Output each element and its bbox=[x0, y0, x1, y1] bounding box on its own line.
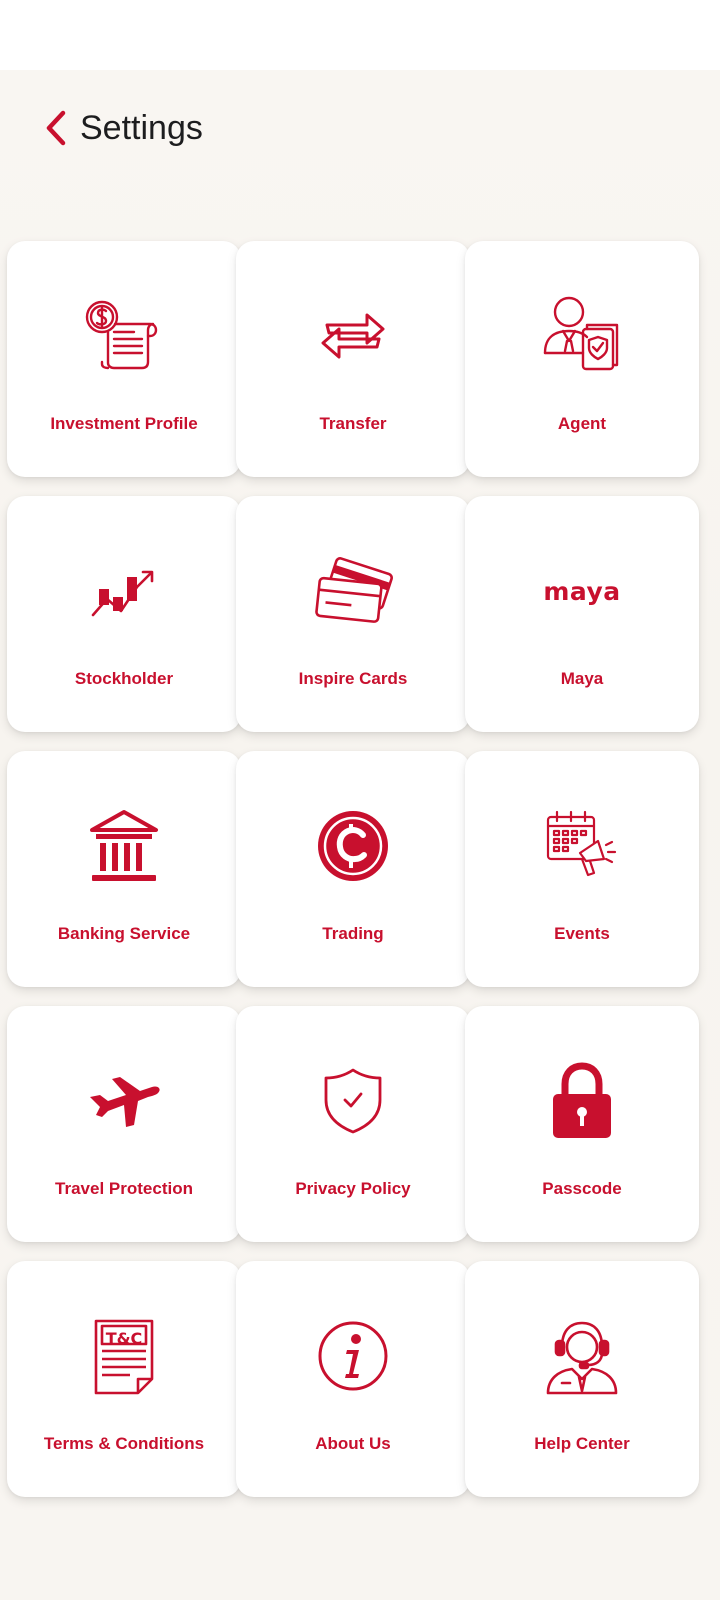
dollar-receipt-icon bbox=[7, 293, 241, 379]
tile-privacy-policy[interactable]: Privacy Policy bbox=[236, 1006, 470, 1242]
info-circle-icon bbox=[236, 1313, 470, 1399]
tile-label: Maya bbox=[560, 669, 604, 688]
tile-label: About Us bbox=[315, 1434, 391, 1453]
tile-about-us[interactable]: About Us bbox=[236, 1261, 470, 1497]
tile-label: Events bbox=[554, 924, 610, 943]
maya-logo-text: maya bbox=[543, 576, 621, 606]
tile-label: Privacy Policy bbox=[295, 1179, 411, 1198]
terms-icon-text: T&C bbox=[105, 1329, 143, 1348]
tile-banking-service[interactable]: Banking Service bbox=[7, 751, 241, 987]
credit-cards-icon bbox=[236, 548, 470, 634]
chevron-left-icon bbox=[46, 110, 66, 146]
tile-label: Stockholder bbox=[74, 669, 174, 688]
tile-label: Trading bbox=[322, 924, 384, 943]
tile-label: Inspire Cards bbox=[298, 669, 408, 688]
page-title: Settings bbox=[80, 109, 203, 147]
padlock-icon bbox=[465, 1058, 699, 1144]
tile-help-center[interactable]: Help Center bbox=[465, 1261, 699, 1497]
stock-chart-icon bbox=[7, 548, 241, 634]
calendar-megaphone-icon bbox=[465, 803, 699, 889]
tile-label: Transfer bbox=[319, 414, 387, 433]
tile-investment-profile[interactable]: Investment Profile bbox=[7, 241, 241, 477]
header: Settings bbox=[0, 70, 720, 190]
tile-label: Agent bbox=[557, 414, 607, 433]
crypto-coin-icon bbox=[236, 803, 470, 889]
maya-logo-icon: maya bbox=[465, 548, 699, 634]
bank-building-icon bbox=[7, 803, 241, 889]
tile-label: Passcode bbox=[542, 1179, 622, 1198]
status-bar-area bbox=[0, 0, 720, 70]
tile-agent[interactable]: Agent bbox=[465, 241, 699, 477]
tile-trading[interactable]: Trading bbox=[236, 751, 470, 987]
tile-label: Travel Protection bbox=[55, 1179, 193, 1198]
tile-maya[interactable]: maya Maya bbox=[465, 496, 699, 732]
tile-label: Help Center bbox=[534, 1434, 630, 1453]
tile-transfer[interactable]: Transfer bbox=[236, 241, 470, 477]
transfer-arrows-icon bbox=[236, 293, 470, 379]
tile-stockholder[interactable]: Stockholder bbox=[7, 496, 241, 732]
tile-passcode[interactable]: Passcode bbox=[465, 1006, 699, 1242]
headset-agent-icon bbox=[465, 1313, 699, 1399]
airplane-icon bbox=[7, 1058, 241, 1144]
tile-travel-protection[interactable]: Travel Protection bbox=[7, 1006, 241, 1242]
tile-inspire-cards[interactable]: Inspire Cards bbox=[236, 496, 470, 732]
tile-label: Investment Profile bbox=[50, 414, 198, 433]
tile-terms-conditions[interactable]: T&C Terms & Conditions bbox=[7, 1261, 241, 1497]
back-button[interactable] bbox=[36, 104, 76, 152]
tile-label: Terms & Conditions bbox=[43, 1434, 205, 1453]
agent-shield-icon bbox=[465, 293, 699, 379]
terms-document-icon: T&C bbox=[7, 1313, 241, 1399]
tile-label: Banking Service bbox=[57, 924, 191, 943]
shield-check-icon bbox=[236, 1058, 470, 1144]
tile-events[interactable]: Events bbox=[465, 751, 699, 987]
